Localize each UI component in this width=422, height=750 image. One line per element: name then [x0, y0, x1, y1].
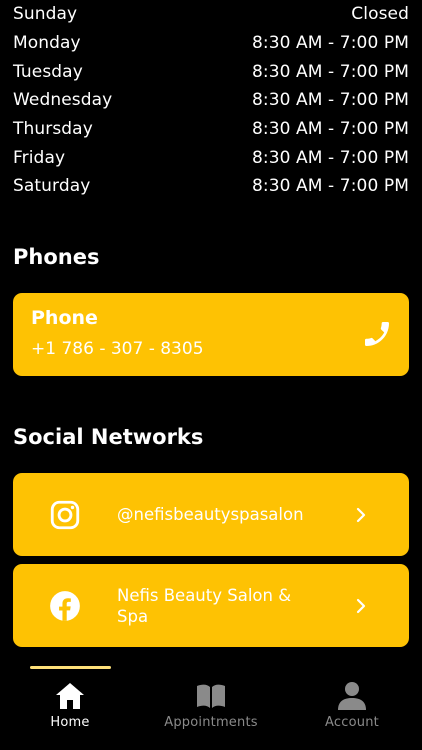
- time-label: 8:30 AM - 7:00 PM: [251, 61, 409, 82]
- facebook-link[interactable]: Nefis Beauty Salon & Spa: [13, 564, 409, 647]
- book-icon: [197, 684, 225, 708]
- hours-row-monday: Monday 8:30 AM - 7:00 PM: [13, 29, 409, 58]
- day-label: Monday: [13, 33, 81, 54]
- home-icon: [56, 683, 84, 709]
- social-networks-heading: Social Networks: [13, 425, 204, 449]
- instagram-icon: [50, 500, 80, 529]
- tab-home[interactable]: Home: [10, 680, 130, 730]
- day-label: Saturday: [13, 176, 91, 197]
- time-label: Closed: [351, 4, 409, 25]
- day-label: Sunday: [13, 4, 78, 25]
- tab-appointments[interactable]: Appointments: [151, 680, 271, 730]
- phone-card[interactable]: Phone +1 786 - 307 - 8305: [13, 293, 409, 376]
- instagram-handle: @nefisbeautyspasalon: [117, 505, 304, 524]
- phone-icon: [365, 322, 389, 346]
- chevron-right-icon: [356, 507, 366, 522]
- hours-row-wednesday: Wednesday 8:30 AM - 7:00 PM: [13, 86, 409, 115]
- instagram-link[interactable]: @nefisbeautyspasalon: [13, 473, 409, 556]
- person-icon: [338, 682, 366, 710]
- tab-account-label: Account: [325, 715, 379, 730]
- hours-row-thursday: Thursday 8:30 AM - 7:00 PM: [13, 115, 409, 144]
- time-label: 8:30 AM - 7:00 PM: [251, 119, 409, 140]
- time-label: 8:30 AM - 7:00 PM: [251, 90, 409, 111]
- hours-row-friday: Friday 8:30 AM - 7:00 PM: [13, 143, 409, 172]
- chevron-right-icon: [356, 598, 366, 613]
- tab-home-label: Home: [50, 715, 90, 730]
- hours-row-saturday: Saturday 8:30 AM - 7:00 PM: [13, 172, 409, 201]
- active-tab-indicator: [30, 666, 111, 669]
- day-label: Thursday: [13, 119, 93, 140]
- time-label: 8:30 AM - 7:00 PM: [251, 176, 409, 197]
- day-label: Tuesday: [13, 61, 83, 82]
- tab-appointments-label: Appointments: [164, 715, 258, 730]
- bottom-tab-bar: Home Appointments Account: [0, 666, 422, 750]
- phone-label: Phone: [31, 307, 98, 329]
- phones-heading: Phones: [13, 245, 100, 269]
- hours-row-tuesday: Tuesday 8:30 AM - 7:00 PM: [13, 57, 409, 86]
- time-label: 8:30 AM - 7:00 PM: [251, 33, 409, 54]
- phone-number: +1 786 - 307 - 8305: [31, 339, 204, 359]
- hours-row-sunday: Sunday Closed: [13, 0, 409, 29]
- facebook-icon: [50, 590, 80, 621]
- tab-account[interactable]: Account: [292, 680, 412, 730]
- time-label: 8:30 AM - 7:00 PM: [251, 147, 409, 168]
- business-hours: Sunday Closed Monday 8:30 AM - 7:00 PM T…: [13, 0, 409, 201]
- day-label: Wednesday: [13, 90, 113, 111]
- day-label: Friday: [13, 147, 66, 168]
- facebook-page-name: Nefis Beauty Salon & Spa: [117, 585, 292, 626]
